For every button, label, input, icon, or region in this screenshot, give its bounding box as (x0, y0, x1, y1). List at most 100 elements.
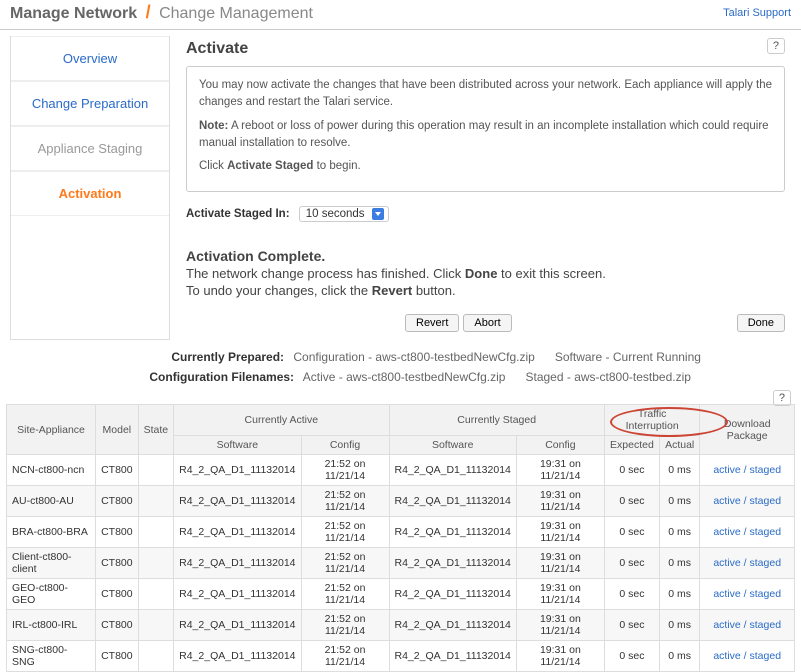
th-staged-software[interactable]: Software (389, 436, 516, 455)
cell-staged-cfg: 19:31 on 11/21/14 (516, 579, 604, 610)
cell-actual: 0 ms (659, 610, 699, 641)
cell-staged-sw: R4_2_QA_D1_11132014 (389, 486, 516, 517)
tab-overview[interactable]: Overview (11, 36, 169, 81)
status-line-1: The network change process has finished.… (186, 266, 785, 281)
info-note: Note: A reboot or loss of power during t… (199, 118, 772, 153)
filenames-label: Configuration Filenames: (110, 370, 300, 384)
button-row: Revert Abort Done (186, 310, 785, 340)
cell-site: IRL-ct800-IRL (7, 610, 96, 641)
cell-staged-sw: R4_2_QA_D1_11132014 (389, 610, 516, 641)
prepared-label: Currently Prepared: (100, 350, 290, 364)
cell-state (138, 517, 174, 548)
cell-active-sw: R4_2_QA_D1_11132014 (174, 455, 301, 486)
cell-active-sw: R4_2_QA_D1_11132014 (174, 610, 301, 641)
chevron-down-icon (372, 208, 384, 220)
table-row: SNG-ct800-SNGCT800R4_2_QA_D1_1113201421:… (7, 641, 795, 672)
cell-state (138, 548, 174, 579)
status-title: Activation Complete. (186, 248, 785, 264)
cell-state (138, 641, 174, 672)
support-link[interactable]: Talari Support (723, 7, 791, 19)
breadcrumb: Manage Network / Change Management (10, 2, 313, 23)
cell-actual: 0 ms (659, 641, 699, 672)
tab-appliance-staging[interactable]: Appliance Staging (11, 126, 169, 171)
table-row: Client-ct800-clientCT800R4_2_QA_D1_11132… (7, 548, 795, 579)
filenames-active: Active - aws-ct800-testbedNewCfg.zip (303, 370, 506, 384)
cell-staged-cfg: 19:31 on 11/21/14 (516, 610, 604, 641)
info-text-3: Click Activate Staged to begin. (199, 158, 772, 175)
cell-active-sw: R4_2_QA_D1_11132014 (174, 517, 301, 548)
cell-state (138, 455, 174, 486)
table-help-button[interactable]: ? (773, 390, 791, 406)
cell-site: BRA-ct800-BRA (7, 517, 96, 548)
cell-staged-sw: R4_2_QA_D1_11132014 (389, 641, 516, 672)
cell-model: CT800 (96, 579, 139, 610)
help-button[interactable]: ? (767, 38, 785, 54)
download-link[interactable]: active / staged (700, 610, 795, 641)
status-block: Activation Complete. The network change … (186, 248, 785, 298)
th-state[interactable]: State (138, 405, 174, 455)
cell-model: CT800 (96, 517, 139, 548)
download-link[interactable]: active / staged (700, 455, 795, 486)
top-bar: Manage Network / Change Management Talar… (0, 0, 801, 30)
abort-button[interactable]: Abort (463, 314, 511, 332)
cell-expected: 0 sec (604, 579, 659, 610)
th-active-software[interactable]: Software (174, 436, 301, 455)
table-row: GEO-ct800-GEOCT800R4_2_QA_D1_1113201421:… (7, 579, 795, 610)
cell-active-cfg: 21:52 on 11/21/14 (301, 610, 389, 641)
th-site[interactable]: Site-Appliance (7, 405, 96, 455)
th-model[interactable]: Model (96, 405, 139, 455)
cell-active-cfg: 21:52 on 11/21/14 (301, 548, 389, 579)
activate-timer-select[interactable]: 10 seconds (299, 206, 389, 222)
cell-actual: 0 ms (659, 517, 699, 548)
info-box: You may now activate the changes that ha… (186, 66, 785, 192)
table-row: BRA-ct800-BRACT800 R4_2_QA_D1_1113201421:… (7, 517, 795, 548)
cell-expected: 0 sec (604, 486, 659, 517)
download-link[interactable]: active / staged (700, 517, 795, 548)
cell-state (138, 610, 174, 641)
cell-site: NCN-ct800-ncn (7, 455, 96, 486)
page-title: Activate (186, 40, 785, 58)
th-expected[interactable]: Expected (604, 436, 659, 455)
cell-staged-cfg: 19:31 on 11/21/14 (516, 641, 604, 672)
table-row: NCN-ct800-ncnCT800R4_2_QA_D1_1113201421:… (7, 455, 795, 486)
cell-model: CT800 (96, 610, 139, 641)
tab-change-preparation[interactable]: Change Preparation (11, 81, 169, 126)
download-link[interactable]: active / staged (700, 486, 795, 517)
cell-staged-cfg: 19:31 on 11/21/14 (516, 486, 604, 517)
th-traffic-group: Traffic Interruption (604, 405, 700, 436)
cell-model: CT800 (96, 641, 139, 672)
cell-staged-sw: R4_2_QA_D1_11132014 (389, 517, 516, 548)
info-note-text: A reboot or loss of power during this op… (199, 120, 769, 149)
appliance-table: Site-Appliance Model State Currently Act… (6, 404, 795, 672)
meta-info: Currently Prepared: Configuration - aws-… (0, 340, 801, 404)
breadcrumb-root[interactable]: Manage Network (10, 5, 137, 22)
th-active-config[interactable]: Config (301, 436, 389, 455)
cell-active-sw: R4_2_QA_D1_11132014 (174, 548, 301, 579)
activate-timer-label: Activate Staged In: (186, 208, 290, 220)
cell-actual: 0 ms (659, 455, 699, 486)
revert-button[interactable]: Revert (405, 314, 459, 332)
cell-staged-cfg: 19:31 on 11/21/14 (516, 548, 604, 579)
cell-staged-sw: R4_2_QA_D1_11132014 (389, 548, 516, 579)
cell-active-sw: R4_2_QA_D1_11132014 (174, 641, 301, 672)
breadcrumb-separator-icon: / (142, 2, 155, 22)
info-text-1: You may now activate the changes that ha… (199, 77, 772, 112)
done-button[interactable]: Done (737, 314, 785, 332)
th-staged-config[interactable]: Config (516, 436, 604, 455)
cell-actual: 0 ms (659, 579, 699, 610)
download-link[interactable]: active / staged (700, 579, 795, 610)
prepared-config: Configuration - aws-ct800-testbedNewCfg.… (293, 350, 534, 364)
breadcrumb-current: Change Management (159, 5, 313, 22)
th-download[interactable]: Download Package (700, 405, 795, 455)
tab-activation[interactable]: Activation (11, 171, 169, 216)
cell-active-cfg: 21:52 on 11/21/14 (301, 517, 389, 548)
download-link[interactable]: active / staged (700, 641, 795, 672)
cell-expected: 0 sec (604, 548, 659, 579)
content-pane: ? Activate You may now activate the chan… (170, 30, 801, 340)
th-actual[interactable]: Actual (659, 436, 699, 455)
filenames-staged: Staged - aws-ct800-testbed.zip (526, 370, 691, 384)
cell-staged-cfg: 19:31 on 11/21/14 (516, 517, 604, 548)
cell-expected: 0 sec (604, 455, 659, 486)
cell-staged-cfg: 19:31 on 11/21/14 (516, 455, 604, 486)
download-link[interactable]: active / staged (700, 548, 795, 579)
